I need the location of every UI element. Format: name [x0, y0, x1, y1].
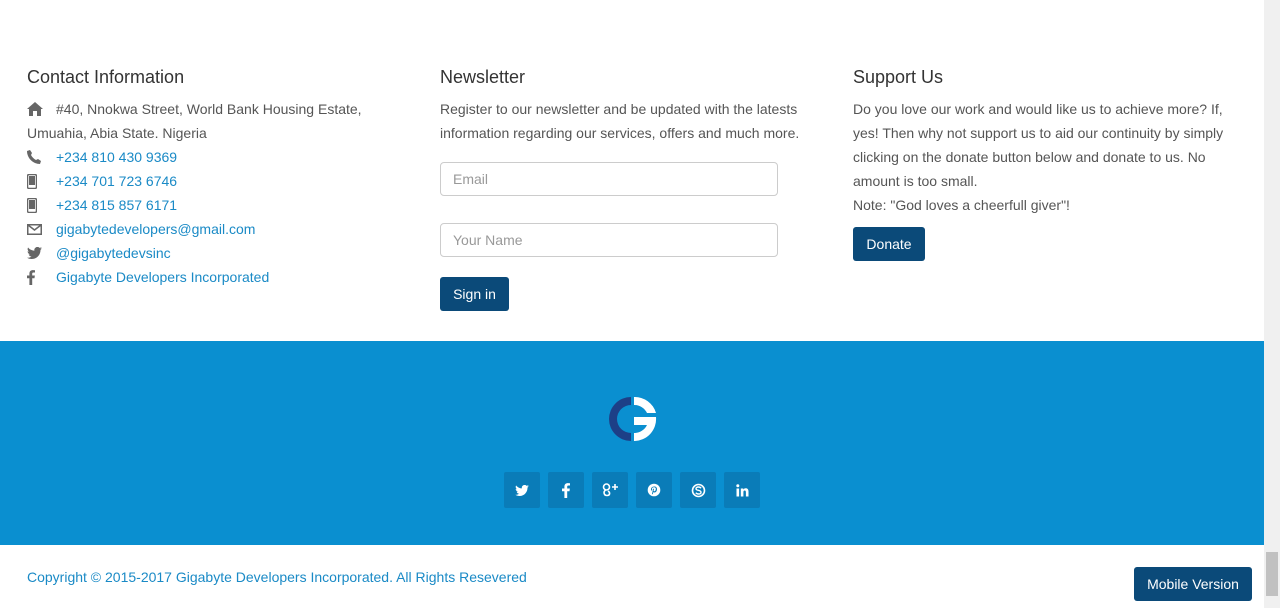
donate-button[interactable]: Donate: [853, 227, 925, 261]
twitter-button[interactable]: [504, 472, 540, 508]
newsletter-heading: Newsletter: [440, 67, 526, 87]
gigabyte-logo: [609, 396, 657, 442]
facebook-icon: [27, 265, 56, 289]
support-description: Do you love our work and would like us t…: [853, 101, 1224, 189]
twitter-icon: [27, 241, 56, 265]
support-heading: Support Us: [853, 67, 944, 87]
linkedin-icon: [735, 483, 748, 496]
facebook-row: Gigabyte Developers Incorporated: [27, 265, 407, 289]
facebook-link[interactable]: Gigabyte Developers Incorporated: [56, 265, 269, 289]
home-icon: [27, 97, 56, 121]
twitter-row: @gigabytedevsinc: [27, 241, 407, 265]
address-line-1: #40, Nnokwa Street, World Bank Housing E…: [56, 101, 362, 117]
facebook-button[interactable]: [548, 472, 584, 508]
mobile-version-button[interactable]: Mobile Version: [1134, 567, 1252, 601]
pinterest-icon: [647, 483, 661, 497]
mobile-phone-icon: [27, 169, 56, 193]
copyright-bar: Copyright © 2015-2017 Gigabyte Developer…: [0, 545, 1264, 608]
scrollbar-thumb[interactable]: [1266, 552, 1278, 596]
social-links: [504, 472, 760, 508]
support-note: Note: "God loves a cheerfull giver"!: [853, 197, 1070, 213]
email-row: gigabytedevelopers@gmail.com: [27, 217, 407, 241]
skype-icon: [691, 483, 705, 497]
newsletter-description: Register to our newsletter and be update…: [440, 101, 800, 141]
address-row-2: Umuahia, Abia State. Nigeria: [27, 121, 407, 145]
facebook-icon: [562, 482, 570, 498]
mobile-phone-icon: [27, 193, 56, 217]
envelope-icon: [27, 217, 56, 241]
sign-in-button[interactable]: Sign in: [440, 277, 509, 311]
phone-link-1[interactable]: +234 810 430 9369: [56, 145, 177, 169]
twitter-icon: [515, 484, 529, 496]
twitter-link[interactable]: @gigabytedevsinc: [56, 241, 171, 265]
google-plus-button[interactable]: [592, 472, 628, 508]
newsletter-column: Newsletter Register to our newsletter an…: [440, 66, 820, 311]
info-section: Contact Information #40, Nnokwa Street, …: [0, 0, 1264, 341]
skype-button[interactable]: [680, 472, 716, 508]
phone-icon: [27, 145, 56, 169]
email-input[interactable]: [440, 162, 778, 196]
copyright-text: Copyright © 2015-2017 Gigabyte Developer…: [27, 569, 527, 585]
name-input[interactable]: [440, 223, 778, 257]
phone-link-3[interactable]: +234 815 857 6171: [56, 193, 177, 217]
phone-row-1: +234 810 430 9369: [27, 145, 407, 169]
address-line-2: Umuahia, Abia State. Nigeria: [27, 125, 207, 141]
google-plus-icon: [602, 483, 618, 497]
phone-row-3: +234 815 857 6171: [27, 193, 407, 217]
page: Contact Information #40, Nnokwa Street, …: [0, 0, 1280, 608]
phone-row-2: +234 701 723 6746: [27, 169, 407, 193]
contact-column: Contact Information #40, Nnokwa Street, …: [27, 66, 407, 289]
support-column: Support Us Do you love our work and woul…: [853, 66, 1243, 261]
scrollbar[interactable]: [1264, 0, 1280, 608]
pinterest-button[interactable]: [636, 472, 672, 508]
linkedin-button[interactable]: [724, 472, 760, 508]
footer-band: [0, 341, 1264, 545]
contact-heading: Contact Information: [27, 67, 185, 87]
address-row: #40, Nnokwa Street, World Bank Housing E…: [27, 97, 407, 121]
phone-link-2[interactable]: +234 701 723 6746: [56, 169, 177, 193]
email-link[interactable]: gigabytedevelopers@gmail.com: [56, 217, 255, 241]
